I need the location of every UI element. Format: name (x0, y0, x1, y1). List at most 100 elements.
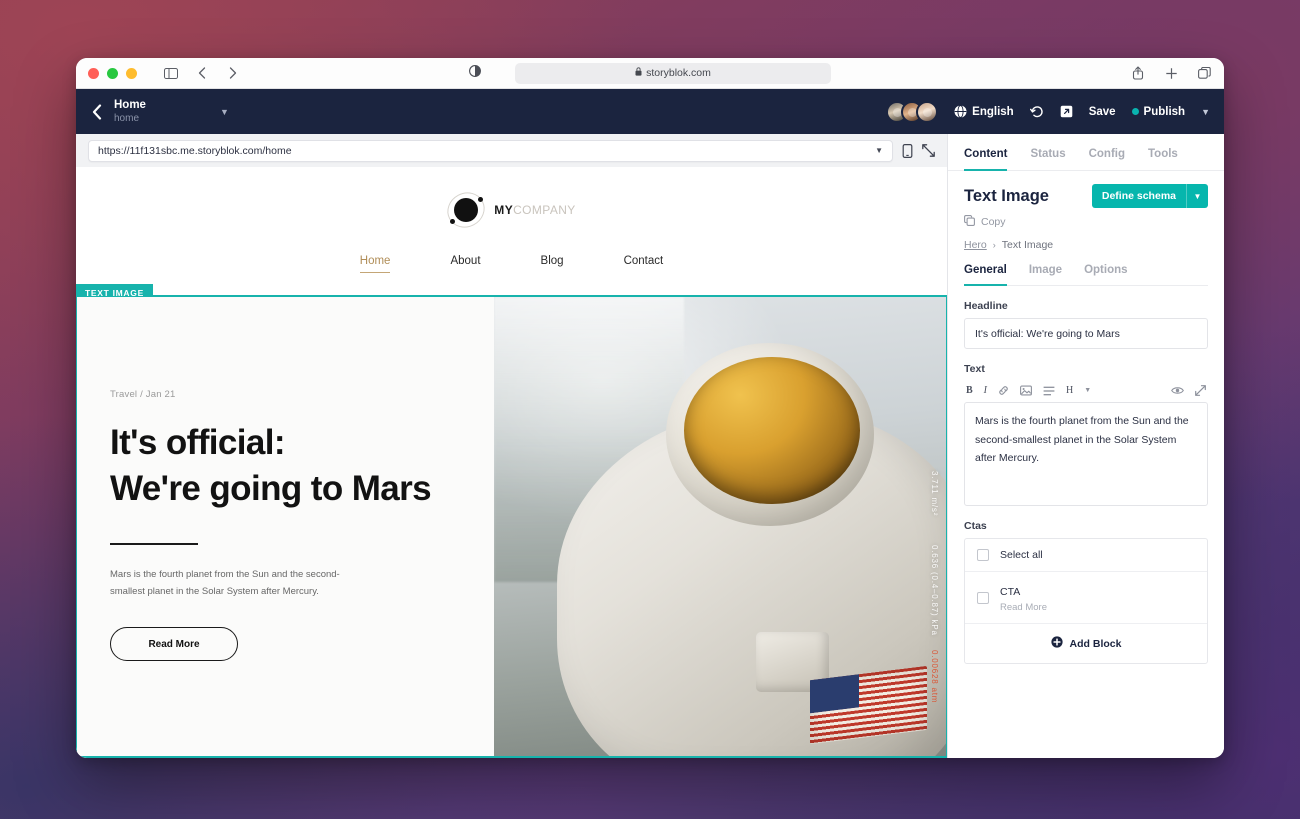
tab-overview-icon[interactable] (1196, 65, 1212, 81)
site-navigation: Home About Blog Contact (76, 255, 947, 297)
share-icon[interactable] (1130, 65, 1146, 81)
window-traffic-lights[interactable] (88, 67, 137, 79)
editor-sidebar: Content Status Config Tools Text Image D… (948, 134, 1224, 758)
text-label: Text (964, 363, 985, 375)
story-meta: Home home (114, 99, 146, 125)
text-image-block[interactable]: TEXT IMAGE Travel / Jan 21 It's official… (76, 284, 947, 758)
nav-forward-icon[interactable] (225, 65, 241, 81)
hero-image-stat-pressure: 0.636 (0.4–0.87) kPa (930, 544, 939, 636)
minimize-window-button[interactable] (107, 67, 118, 79)
breadcrumb: Hero › Text Image (964, 239, 1208, 251)
nav-link-contact[interactable]: Contact (624, 255, 664, 273)
select-all-checkbox[interactable] (977, 549, 989, 561)
heading-icon[interactable]: H (1066, 385, 1073, 396)
headline-input[interactable]: It's official: We're going to Mars (964, 318, 1208, 349)
sub-tab-image[interactable]: Image (1029, 264, 1062, 286)
block-title: Text Image (964, 186, 1049, 205)
tab-config[interactable]: Config (1089, 148, 1125, 171)
history-icon[interactable] (1029, 105, 1044, 119)
address-text: storyblok.com (646, 67, 711, 79)
site-logo[interactable]: MYCOMPANY (76, 185, 947, 235)
cta-item-label: CTA (1000, 586, 1021, 598)
hero-paragraph: Mars is the fourth planet from the Sun a… (110, 569, 340, 597)
nav-back-icon[interactable] (194, 65, 210, 81)
expand-icon[interactable] (1195, 385, 1206, 396)
reader-toggle-icon[interactable] (469, 64, 481, 82)
field-list: Headline It's official: We're going to M… (948, 286, 1224, 758)
publish-options-chevron-down-icon[interactable]: ▼ (1201, 107, 1210, 117)
browser-window: storyblok.com Home home ▼ English Save P… (76, 58, 1224, 758)
publish-label: Publish (1143, 105, 1186, 118)
logo-secondary: COMPANY (513, 203, 576, 217)
headline-field: Headline It's official: We're going to M… (964, 300, 1208, 349)
language-selector[interactable]: English (954, 105, 1014, 118)
hero-title-line-1: It's official: (110, 423, 286, 462)
site-header: MYCOMPANY Home About Blog Contact (76, 167, 947, 297)
orbit-logo-icon (441, 185, 492, 235)
collaborator-avatars[interactable] (886, 100, 939, 123)
site-preview: MYCOMPANY Home About Blog Contact TEXT I… (76, 167, 947, 758)
nav-link-about[interactable]: About (450, 255, 480, 273)
cta-item-sub: Read More (1000, 602, 1047, 613)
sidebar-header: Text Image Define schema ▼ Copy Hero › T… (948, 171, 1224, 251)
sub-tab-options[interactable]: Options (1084, 264, 1127, 286)
preview-pane: https://11f131sbc.me.storyblok.com/home … (76, 134, 948, 758)
tab-tools[interactable]: Tools (1148, 148, 1178, 171)
link-icon[interactable] (998, 385, 1009, 396)
browser-address-bar[interactable]: storyblok.com (515, 62, 831, 84)
sidebar-sub-tabs: General Image Options (964, 264, 1208, 286)
define-schema-label: Define schema (1101, 190, 1176, 202)
back-to-stories-button[interactable] (86, 99, 108, 125)
preview-url-input[interactable]: https://11f131sbc.me.storyblok.com/home … (88, 139, 893, 162)
fullscreen-icon[interactable] (922, 144, 935, 157)
list-icon[interactable] (1043, 386, 1055, 396)
hero-image-stat-gravity: 3.711 m/s² (930, 471, 939, 517)
tab-content[interactable]: Content (964, 148, 1008, 171)
image-icon[interactable] (1020, 385, 1032, 396)
nav-link-blog[interactable]: Blog (541, 255, 564, 273)
save-button[interactable]: Save (1089, 106, 1116, 118)
ctas-label: Ctas (964, 520, 987, 532)
mobile-device-icon[interactable] (902, 143, 913, 158)
maximize-window-button[interactable] (126, 67, 137, 79)
bold-icon[interactable]: B (966, 385, 973, 396)
breadcrumb-parent[interactable]: Hero (964, 239, 987, 251)
ctas-list: Select all CTA Read More Add Block (964, 538, 1208, 664)
rich-text-toolbar: B I H ▼ (964, 381, 1208, 402)
editor-body: https://11f131sbc.me.storyblok.com/home … (76, 134, 1224, 758)
select-all-row[interactable]: Select all (965, 539, 1207, 572)
close-window-button[interactable] (88, 67, 99, 79)
hero-image: 3.711 m/s² 0.636 (0.4–0.87) kPa 0.00628 … (494, 297, 946, 756)
preview-url-chevron-down-icon[interactable]: ▼ (875, 146, 883, 155)
plus-icon[interactable] (1163, 65, 1179, 81)
copy-icon (964, 215, 975, 229)
plus-circle-icon (1050, 636, 1063, 651)
sidebar-toggle-icon[interactable] (163, 65, 179, 81)
avatar[interactable] (916, 100, 939, 123)
define-schema-chevron-down-icon[interactable]: ▼ (1186, 184, 1208, 208)
list-item[interactable]: CTA Read More (965, 572, 1207, 624)
story-name: Home (114, 98, 146, 111)
read-more-button[interactable]: Read More (110, 627, 238, 662)
rich-text-editor[interactable]: Mars is the fourth planet from the Sun a… (964, 402, 1208, 506)
more-options-caret-icon[interactable]: ▼ (1084, 387, 1091, 394)
headline-label: Headline (964, 300, 1008, 312)
open-external-icon[interactable] (1060, 105, 1073, 118)
tab-status[interactable]: Status (1030, 148, 1065, 171)
storyblok-topbar: Home home ▼ English Save Publish ▼ (76, 89, 1224, 134)
language-label: English (972, 105, 1014, 118)
sub-tab-general[interactable]: General (964, 264, 1007, 286)
text-field: Text B I H ▼ Mars is the fourth planet f… (964, 363, 1208, 506)
add-block-button[interactable]: Add Block (965, 624, 1207, 663)
preview-toolbar: https://11f131sbc.me.storyblok.com/home … (76, 134, 947, 167)
preview-eye-icon[interactable] (1171, 386, 1184, 395)
italic-icon[interactable]: I (984, 385, 987, 396)
copy-label: Copy (981, 216, 1006, 228)
cta-item-checkbox[interactable] (977, 591, 989, 604)
story-dropdown-chevron-down-icon[interactable]: ▼ (220, 107, 229, 117)
nav-link-home[interactable]: Home (359, 255, 391, 273)
copy-button[interactable]: Copy (964, 215, 1208, 229)
define-schema-button[interactable]: Define schema ▼ (1091, 184, 1208, 208)
preview-url-text: https://11f131sbc.me.storyblok.com/home (98, 144, 292, 157)
publish-button[interactable]: Publish (1131, 105, 1186, 118)
